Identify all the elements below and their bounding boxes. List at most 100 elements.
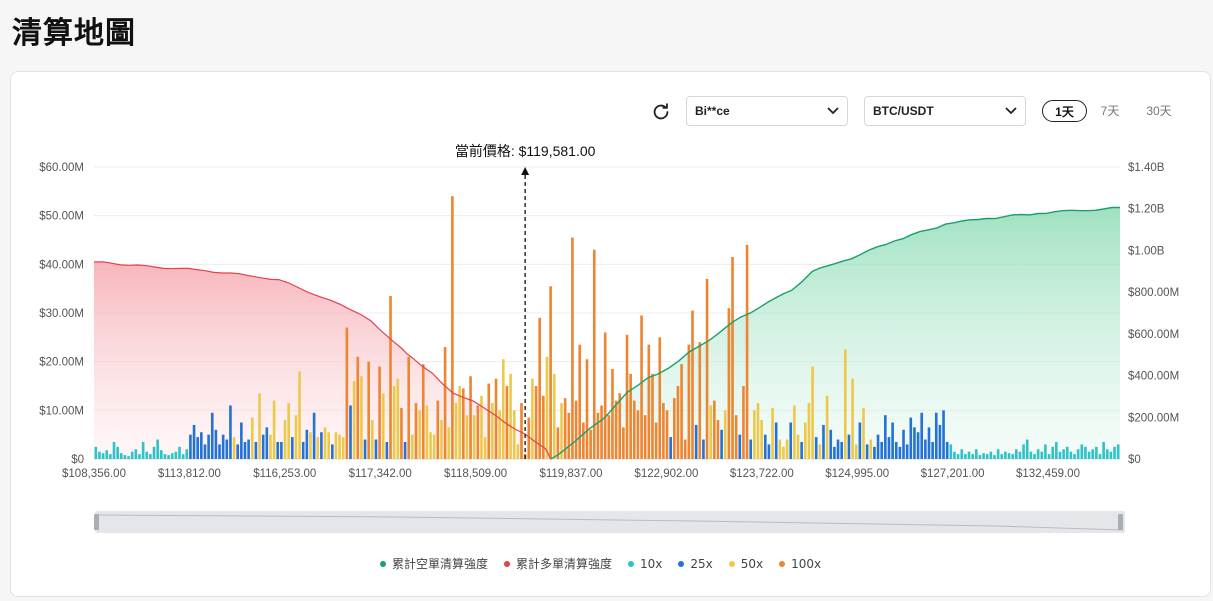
liquidation-bar-25x[interactable] — [694, 424, 698, 459]
liquidation-bar-50x[interactable] — [465, 415, 469, 459]
liquidation-bar-100x[interactable] — [687, 344, 691, 459]
liquidation-bar-100x[interactable] — [647, 344, 651, 459]
liquidation-bar-10x[interactable] — [985, 454, 989, 459]
liquidation-bar-50x[interactable] — [352, 381, 356, 459]
liquidation-bar-100x[interactable] — [731, 257, 734, 459]
liquidation-bar-100x[interactable] — [582, 422, 585, 460]
liquidation-bar-10x[interactable] — [105, 450, 109, 459]
liquidation-bar-25x[interactable] — [702, 439, 705, 459]
liquidation-bar-50x[interactable] — [545, 356, 549, 459]
liquidation-bar-100x[interactable] — [520, 403, 523, 459]
liquidation-bar-100x[interactable] — [494, 378, 498, 459]
liquidation-bar-25x[interactable] — [891, 422, 894, 460]
liquidation-bar-100x[interactable] — [698, 342, 702, 459]
liquidation-bar-50x[interactable] — [232, 437, 236, 459]
liquidation-bar-25x[interactable] — [196, 437, 200, 459]
liquidation-bar-100x[interactable] — [672, 398, 676, 459]
liquidation-bar-10x[interactable] — [1047, 454, 1051, 459]
liquidation-bar-50x[interactable] — [429, 432, 432, 459]
liquidation-bar-100x[interactable] — [603, 332, 607, 459]
liquidation-bar-100x[interactable] — [680, 364, 683, 459]
liquidation-bar-100x[interactable] — [487, 383, 491, 459]
liquidation-bar-10x[interactable] — [993, 455, 996, 459]
liquidation-bar-10x[interactable] — [178, 446, 181, 459]
liquidation-bar-25x[interactable] — [927, 427, 931, 459]
liquidation-bar-10x[interactable] — [949, 444, 953, 459]
liquidation-bar-10x[interactable] — [1036, 449, 1040, 459]
liquidation-bar-25x[interactable] — [902, 429, 905, 459]
liquidation-bar-50x[interactable] — [381, 393, 385, 459]
liquidation-bar-100x[interactable] — [421, 364, 425, 459]
liquidation-bar-25x[interactable] — [840, 441, 843, 459]
liquidation-bar-10x[interactable] — [116, 446, 119, 459]
legend-item-25x[interactable]: 25x — [678, 557, 713, 571]
liquidation-bar-10x[interactable] — [163, 454, 167, 459]
legend-item-long-cumulative[interactable]: 累計多單清算強度 — [504, 555, 612, 572]
liquidation-bar-50x[interactable] — [531, 378, 534, 459]
liquidation-bar-100x[interactable] — [538, 317, 542, 459]
liquidation-bar-100x[interactable] — [625, 334, 629, 459]
liquidation-bar-10x[interactable] — [971, 454, 974, 459]
liquidation-bar-25x[interactable] — [767, 444, 771, 459]
liquidation-bar-10x[interactable] — [174, 451, 178, 459]
liquidation-bar-50x[interactable] — [818, 444, 822, 459]
liquidation-bar-25x[interactable] — [931, 441, 934, 459]
liquidation-bar-50x[interactable] — [287, 403, 290, 459]
liquidation-bar-100x[interactable] — [600, 405, 603, 459]
liquidation-bar-100x[interactable] — [665, 410, 669, 459]
liquidation-bar-50x[interactable] — [811, 366, 814, 459]
liquidation-bar-10x[interactable] — [134, 449, 138, 459]
liquidation-bar-10x[interactable] — [1095, 446, 1098, 459]
liquidation-bar-100x[interactable] — [640, 315, 643, 459]
liquidation-bar-10x[interactable] — [1014, 449, 1018, 459]
liquidation-bar-100x[interactable] — [713, 400, 716, 459]
liquidation-bar-50x[interactable] — [760, 420, 763, 459]
zoom-handle-right[interactable] — [1118, 514, 1123, 530]
liquidation-bar-25x[interactable] — [207, 434, 210, 459]
liquidation-bar-10x[interactable] — [1022, 444, 1025, 459]
liquidation-bar-50x[interactable] — [392, 386, 396, 459]
liquidation-bar-25x[interactable] — [789, 422, 793, 460]
liquidation-bar-10x[interactable] — [1033, 454, 1036, 459]
liquidation-bar-100x[interactable] — [414, 403, 418, 459]
liquidation-bar-25x[interactable] — [833, 446, 836, 459]
liquidation-bar-25x[interactable] — [265, 427, 269, 459]
liquidation-bar-10x[interactable] — [1073, 454, 1076, 459]
liquidation-bar-10x[interactable] — [156, 439, 159, 459]
liquidation-bar-50x[interactable] — [723, 410, 727, 459]
liquidation-bar-25x[interactable] — [749, 439, 753, 459]
liquidation-bar-100x[interactable] — [571, 237, 574, 459]
liquidation-bar-25x[interactable] — [916, 432, 920, 459]
liquidation-bar-100x[interactable] — [662, 403, 665, 459]
liquidation-bar-50x[interactable] — [454, 403, 458, 459]
liquidation-bar-50x[interactable] — [334, 432, 338, 459]
liquidation-bar-25x[interactable] — [330, 444, 334, 459]
liquidation-bar-25x[interactable] — [858, 422, 862, 460]
liquidation-bar-10x[interactable] — [1065, 446, 1069, 459]
liquidation-bar-50x[interactable] — [269, 434, 272, 459]
liquidation-bar-10x[interactable] — [1116, 444, 1120, 459]
legend-item-100x[interactable]: 100x — [779, 557, 821, 571]
liquidation-bar-25x[interactable] — [905, 444, 909, 459]
liquidation-bar-50x[interactable] — [298, 371, 301, 459]
liquidation-bar-10x[interactable] — [127, 456, 130, 459]
liquidation-bar-10x[interactable] — [960, 449, 964, 459]
zoom-slider[interactable] — [94, 511, 1125, 533]
liquidation-bar-100x[interactable] — [589, 429, 592, 459]
liquidation-bar-10x[interactable] — [141, 441, 145, 459]
liquidation-bar-50x[interactable] — [432, 434, 436, 459]
liquidation-bar-10x[interactable] — [149, 454, 152, 459]
liquidation-bar-25x[interactable] — [909, 417, 913, 459]
liquidation-bar-100x[interactable] — [691, 310, 694, 459]
liquidation-bar-25x[interactable] — [290, 437, 294, 459]
liquidation-bar-100x[interactable] — [742, 386, 745, 459]
liquidation-bar-25x[interactable] — [189, 434, 192, 459]
liquidation-bar-100x[interactable] — [607, 415, 611, 459]
liquidation-bar-10x[interactable] — [123, 455, 127, 459]
liquidation-bar-25x[interactable] — [763, 434, 767, 459]
liquidation-bar-25x[interactable] — [385, 441, 389, 459]
liquidation-bar-50x[interactable] — [371, 420, 374, 459]
liquidation-bar-50x[interactable] — [782, 446, 785, 459]
liquidation-bar-100x[interactable] — [629, 373, 632, 459]
liquidation-bar-25x[interactable] — [829, 429, 833, 459]
